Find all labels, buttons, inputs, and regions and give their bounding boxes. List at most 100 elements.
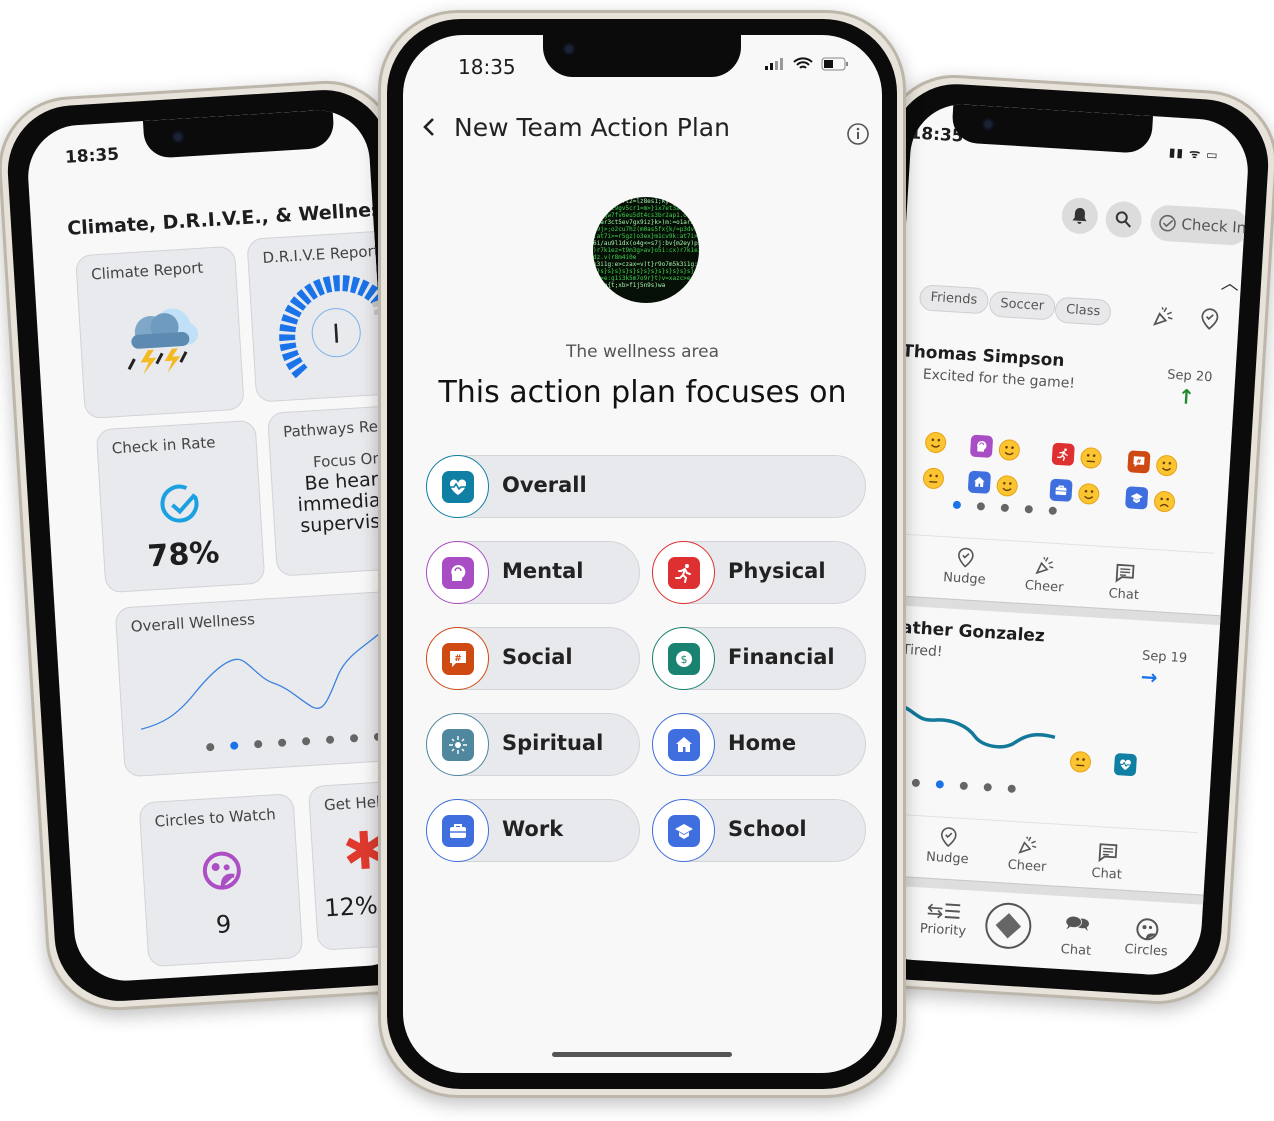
area-financial-button[interactable]: $ Financial xyxy=(652,627,866,690)
checkin-rate-card[interactable]: Check in Rate 78% xyxy=(95,419,266,594)
area-work-button[interactable]: Work xyxy=(426,799,640,862)
area-label: Social xyxy=(502,645,573,669)
home-icon xyxy=(667,728,700,761)
carousel-dots[interactable] xyxy=(911,778,1016,793)
area-mental-button[interactable]: Mental xyxy=(426,541,640,604)
circles-to-watch-card[interactable]: Circles to Watch 9 xyxy=(138,793,304,968)
logo-icon xyxy=(995,913,1022,939)
nudge-filter-icon[interactable] xyxy=(1196,305,1224,337)
carousel-dot[interactable] xyxy=(935,780,945,789)
briefcase-icon xyxy=(441,814,474,847)
home-logo-button[interactable] xyxy=(983,901,1033,951)
carousel-dot[interactable] xyxy=(325,735,335,745)
status-icons xyxy=(765,57,849,71)
nav-label: Chat xyxy=(1060,942,1092,959)
chevron-up-icon[interactable]: ︿ xyxy=(1220,269,1240,296)
briefcase-icon xyxy=(449,823,466,838)
runner-icon xyxy=(1057,448,1068,461)
action-cheer-button[interactable]: Cheer xyxy=(997,831,1059,876)
svg-text:o1ar3ct5ev7gx9iz}k>)m:=o1ar3ct: o1ar3ct5ev7gx9iz}k>)m:=o1ar3ct xyxy=(593,219,699,226)
cheer-filter-icon[interactable] xyxy=(1150,302,1178,334)
area-icon-circle xyxy=(652,541,715,604)
svg-text:w9j>;o2cu7hz(m0as5fx{k/=p3dv8i: w9j>;o2cu7hz(m0as5fx{k/=p3dv8i xyxy=(593,226,699,233)
mood-face xyxy=(998,438,1021,461)
mood-face xyxy=(922,467,945,490)
circles-icon xyxy=(1136,918,1159,941)
home-icon xyxy=(675,736,692,752)
chip-class[interactable]: Class xyxy=(1054,296,1112,326)
nav-label: Priority xyxy=(919,921,967,940)
area-label: Overall xyxy=(502,473,587,497)
area-label: School xyxy=(728,817,807,841)
area-school-button[interactable]: School xyxy=(652,799,866,862)
carousel-dot[interactable] xyxy=(1000,503,1010,513)
overall-wellness-card[interactable]: Overall Wellness xyxy=(114,587,419,778)
home-indicator[interactable] xyxy=(247,969,398,984)
svg-text:6i/au9l1dx(o4g<=s7j:bv{m2ey)p5: 6i/au9l1dx(o4g<=s7j:bv{m2ey)p5 xyxy=(593,240,699,247)
carousel-dot[interactable] xyxy=(983,783,992,792)
carousel-dot[interactable] xyxy=(1007,784,1016,793)
carousel-dots[interactable] xyxy=(206,732,383,752)
carousel-dot[interactable] xyxy=(349,734,359,743)
heart-pulse-icon xyxy=(441,470,474,503)
info-icon xyxy=(847,123,869,145)
hashtag-chat-icon: # xyxy=(1127,450,1151,474)
carousel-dot[interactable] xyxy=(206,742,215,752)
carousel-dots[interactable] xyxy=(952,500,1057,515)
action-chat-button[interactable]: Chat xyxy=(1093,559,1155,604)
chip-friends[interactable]: Friends xyxy=(918,284,989,315)
nav-priority[interactable]: ⇆☰ Priority xyxy=(913,897,975,940)
carousel-dot[interactable] xyxy=(1024,505,1034,514)
carousel-dot[interactable] xyxy=(277,738,287,747)
code-avatar-image: {gu3.m<9ft2=lz8es1;ky7dr0)jx6cao:)kz9gv5… xyxy=(593,198,699,289)
spark-icon xyxy=(448,735,467,754)
area-overall-button[interactable]: Overall xyxy=(426,455,866,518)
nudge-icon xyxy=(1201,308,1219,330)
action-cheer-button[interactable]: Cheer xyxy=(1014,552,1076,597)
area-home-button[interactable]: Home xyxy=(652,713,866,776)
home-icon xyxy=(967,470,992,494)
brain-icon xyxy=(450,564,465,581)
wellness-line-chart xyxy=(140,631,382,730)
carousel-dot[interactable] xyxy=(253,739,263,749)
check-in-button[interactable]: Check In xyxy=(1149,204,1250,247)
climate-report-card[interactable]: Climate Report xyxy=(75,245,245,420)
svg-text:)r7k1ez=t9m3g>av}o5i:cx)r7k1ez: )r7k1ez=t9m3g>av}o5i:cx)r7k1ez xyxy=(593,247,699,254)
carousel-dot[interactable] xyxy=(976,502,986,511)
dollar-icon: $ xyxy=(675,650,692,667)
dollar-icon: $ xyxy=(667,642,700,675)
nav-circles[interactable]: Circles xyxy=(1116,915,1178,960)
action-nudge-button[interactable]: Nudge xyxy=(917,823,979,868)
smile-face-icon xyxy=(1078,483,1100,505)
nav-chat[interactable]: 🗪 Chat xyxy=(1046,907,1109,960)
carousel-dot[interactable] xyxy=(301,736,311,746)
area-spiritual-button[interactable]: Spiritual xyxy=(426,713,640,776)
carousel-dot[interactable] xyxy=(911,778,921,788)
chat-icon xyxy=(1115,563,1135,583)
neutral-face-icon xyxy=(923,467,945,489)
info-button[interactable] xyxy=(846,122,870,150)
search-button[interactable] xyxy=(1104,200,1143,239)
action-chat-button[interactable]: Chat xyxy=(1076,839,1138,884)
chip-soccer[interactable]: Soccer xyxy=(988,290,1056,321)
svg-text:ao:)kz9gv5cr1=m>}ix7et3ao:)kz9: ao:)kz9gv5cr1=m>}ix7et3ao:)kz9 xyxy=(593,205,699,212)
carousel-dot[interactable] xyxy=(230,741,239,750)
camera xyxy=(981,117,995,131)
action-label: Chat xyxy=(1091,865,1123,883)
notifications-button[interactable] xyxy=(1060,196,1099,235)
area-social-button[interactable]: # Social xyxy=(426,627,640,690)
thunderstorm-icon xyxy=(127,308,199,375)
cheer-icon xyxy=(1018,836,1037,854)
hashtag-chat-icon: # xyxy=(441,642,474,675)
area-icon-circle xyxy=(426,799,489,862)
carousel-dot[interactable] xyxy=(952,500,962,510)
action-nudge-button[interactable]: Nudge xyxy=(934,544,996,589)
area-physical-button[interactable]: Physical xyxy=(652,541,866,604)
carousel-dot[interactable] xyxy=(1048,506,1057,515)
back-button[interactable] xyxy=(421,115,437,145)
chevron-left-icon xyxy=(423,118,434,136)
notch xyxy=(142,109,335,159)
graduation-cap-icon xyxy=(1125,486,1149,510)
carousel-dot[interactable] xyxy=(959,781,969,791)
home-indicator[interactable] xyxy=(552,1052,732,1057)
